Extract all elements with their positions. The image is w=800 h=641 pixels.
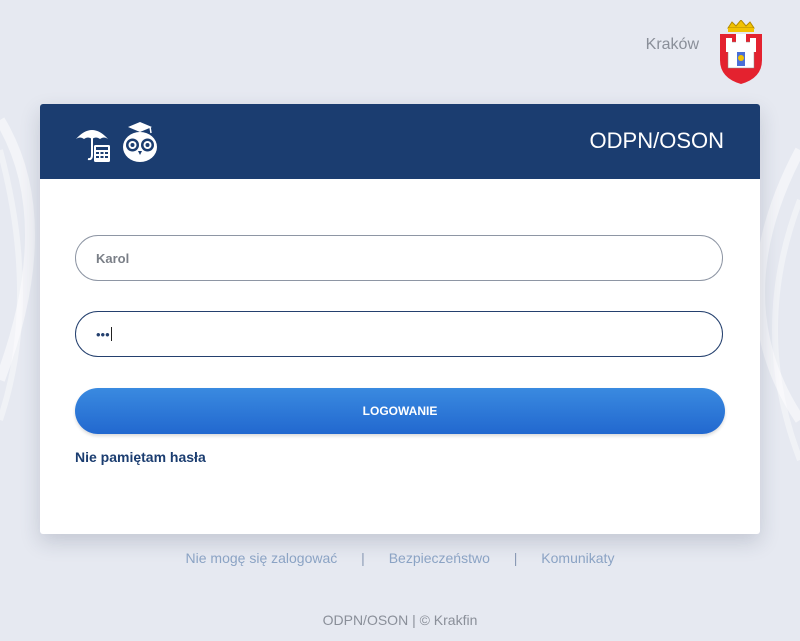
- footer-links: Nie mogę się zalogować | Bezpieczeństwo …: [0, 550, 800, 566]
- card-header: ODPN/OSON: [40, 104, 760, 179]
- krakow-coat-of-arms: [720, 20, 762, 84]
- username-field[interactable]: Karol: [75, 235, 723, 281]
- security-link[interactable]: Bezpieczeństwo: [389, 550, 490, 566]
- footer-separator: |: [513, 550, 518, 566]
- header-icons: [74, 121, 160, 163]
- text-caret: [110, 327, 112, 341]
- footer-separator: |: [361, 550, 365, 566]
- login-button[interactable]: LOGOWANIE: [75, 388, 725, 434]
- city-name: Kraków: [645, 36, 699, 53]
- login-card: ODPN/OSON Karol ••• LOGOWANIE Nie pamięt…: [40, 104, 760, 534]
- cannot-login-link[interactable]: Nie mogę się zalogować: [186, 550, 338, 566]
- copyright: ODPN/OSON | © Krakfin: [322, 612, 478, 628]
- password-field[interactable]: •••: [75, 311, 723, 357]
- announcements-link[interactable]: Komunikaty: [541, 550, 614, 566]
- owl-icon: [123, 122, 157, 162]
- umbrella-calculator-icon: [76, 130, 110, 162]
- username-value: Karol: [96, 250, 130, 266]
- forgot-password-link[interactable]: Nie pamiętam hasła: [75, 449, 206, 465]
- app-title: ODPN/OSON: [589, 128, 724, 153]
- password-value: •••: [96, 326, 110, 342]
